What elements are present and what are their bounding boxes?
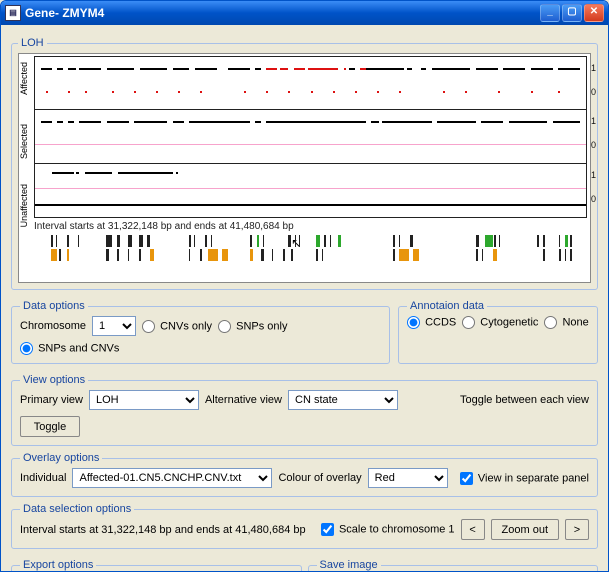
chart-panel: LOH Affected Selected Unaffected 1 0 bbox=[11, 37, 598, 290]
interval-text: Interval starts at 31,322,148 bp and end… bbox=[20, 218, 587, 234]
data-options: Data options Chromosome 1 CNVs only SNPs… bbox=[11, 300, 390, 364]
track-group-unaffected: 1 0 bbox=[34, 164, 587, 218]
annotation-data: Annotaion data CCDS Cytogenetic None bbox=[398, 300, 598, 364]
toggle-button[interactable]: Toggle bbox=[20, 416, 80, 437]
chromosome-select[interactable]: 1 bbox=[92, 316, 136, 336]
axis-tick: 0 bbox=[591, 194, 596, 204]
selection-interval-text: Interval starts at 31,322,148 bp and end… bbox=[20, 524, 306, 536]
legend-save: Save image bbox=[317, 559, 381, 571]
individual-select[interactable]: Affected-01.CN5.CNCHP.CNV.txt bbox=[72, 468, 272, 488]
legend-data-options: Data options bbox=[20, 300, 88, 312]
scroll-left-button[interactable]: < bbox=[461, 519, 485, 540]
export-options: Export options Export: CN state Log(2) r… bbox=[11, 559, 302, 572]
scale-checkbox[interactable]: Scale to chromosome 1 bbox=[321, 523, 455, 536]
alt-view-label: Alternative view bbox=[205, 394, 282, 406]
annotation-track-2 bbox=[34, 248, 587, 262]
radio-snps-only[interactable]: SNPs only bbox=[218, 320, 287, 333]
axis-tick: 1 bbox=[591, 116, 596, 126]
close-window-button[interactable]: ✕ bbox=[584, 4, 604, 22]
chromosome-label: Chromosome bbox=[20, 320, 86, 332]
axis-tick: 0 bbox=[591, 87, 596, 97]
save-image-panel: Save image Save bbox=[308, 559, 599, 572]
track-group-selected: 1 0 bbox=[34, 110, 587, 164]
legend-view: View options bbox=[20, 374, 88, 386]
primary-view-label: Primary view bbox=[20, 394, 83, 406]
group-label-selected: Selected bbox=[19, 124, 29, 159]
radio-none[interactable]: None bbox=[544, 316, 588, 329]
overlay-options: Overlay options Individual Affected-01.C… bbox=[11, 452, 598, 497]
view-separate-checkbox[interactable]: View in separate panel bbox=[460, 472, 589, 485]
colour-select[interactable]: Red bbox=[368, 468, 448, 488]
track-group-affected: 1 0 bbox=[34, 56, 587, 110]
radio-cnvs-only[interactable]: CNVs only bbox=[142, 320, 212, 333]
group-label-affected: Affected bbox=[19, 62, 29, 95]
app-icon: ▤ bbox=[5, 5, 21, 21]
scroll-right-button[interactable]: > bbox=[565, 519, 589, 540]
legend-overlay: Overlay options bbox=[20, 452, 102, 464]
radio-snps-and-cnvs[interactable]: SNPs and CNVs bbox=[20, 342, 119, 355]
legend-selection: Data selection options bbox=[20, 503, 134, 515]
annotation-track-1: ↖ bbox=[34, 234, 587, 248]
radio-ccds[interactable]: CCDS bbox=[407, 316, 456, 329]
legend-export: Export options bbox=[20, 559, 96, 571]
chart-legend: LOH bbox=[18, 37, 47, 49]
primary-view-select[interactable]: LOH bbox=[89, 390, 199, 410]
titlebar: ▤ Gene- ZMYM4 _ ▢ ✕ bbox=[1, 1, 608, 25]
individual-label: Individual bbox=[20, 472, 66, 484]
data-selection-options: Data selection options Interval starts a… bbox=[11, 503, 598, 549]
minimize-button[interactable]: _ bbox=[540, 4, 560, 22]
zoom-out-button[interactable]: Zoom out bbox=[491, 519, 559, 540]
window-title: Gene- ZMYM4 bbox=[25, 6, 540, 20]
alt-view-select[interactable]: CN state bbox=[288, 390, 398, 410]
view-options: View options Primary view LOH Alternativ… bbox=[11, 374, 598, 446]
axis-tick: 1 bbox=[591, 170, 596, 180]
axis-tick: 0 bbox=[591, 140, 596, 150]
chart-area[interactable]: Affected Selected Unaffected 1 0 bbox=[18, 53, 591, 283]
axis-tick: 1 bbox=[591, 63, 596, 73]
maximize-button[interactable]: ▢ bbox=[562, 4, 582, 22]
radio-cytogenetic[interactable]: Cytogenetic bbox=[462, 316, 538, 329]
colour-label: Colour of overlay bbox=[278, 472, 361, 484]
legend-annotation: Annotaion data bbox=[407, 300, 487, 312]
toggle-text: Toggle between each view bbox=[460, 394, 589, 406]
